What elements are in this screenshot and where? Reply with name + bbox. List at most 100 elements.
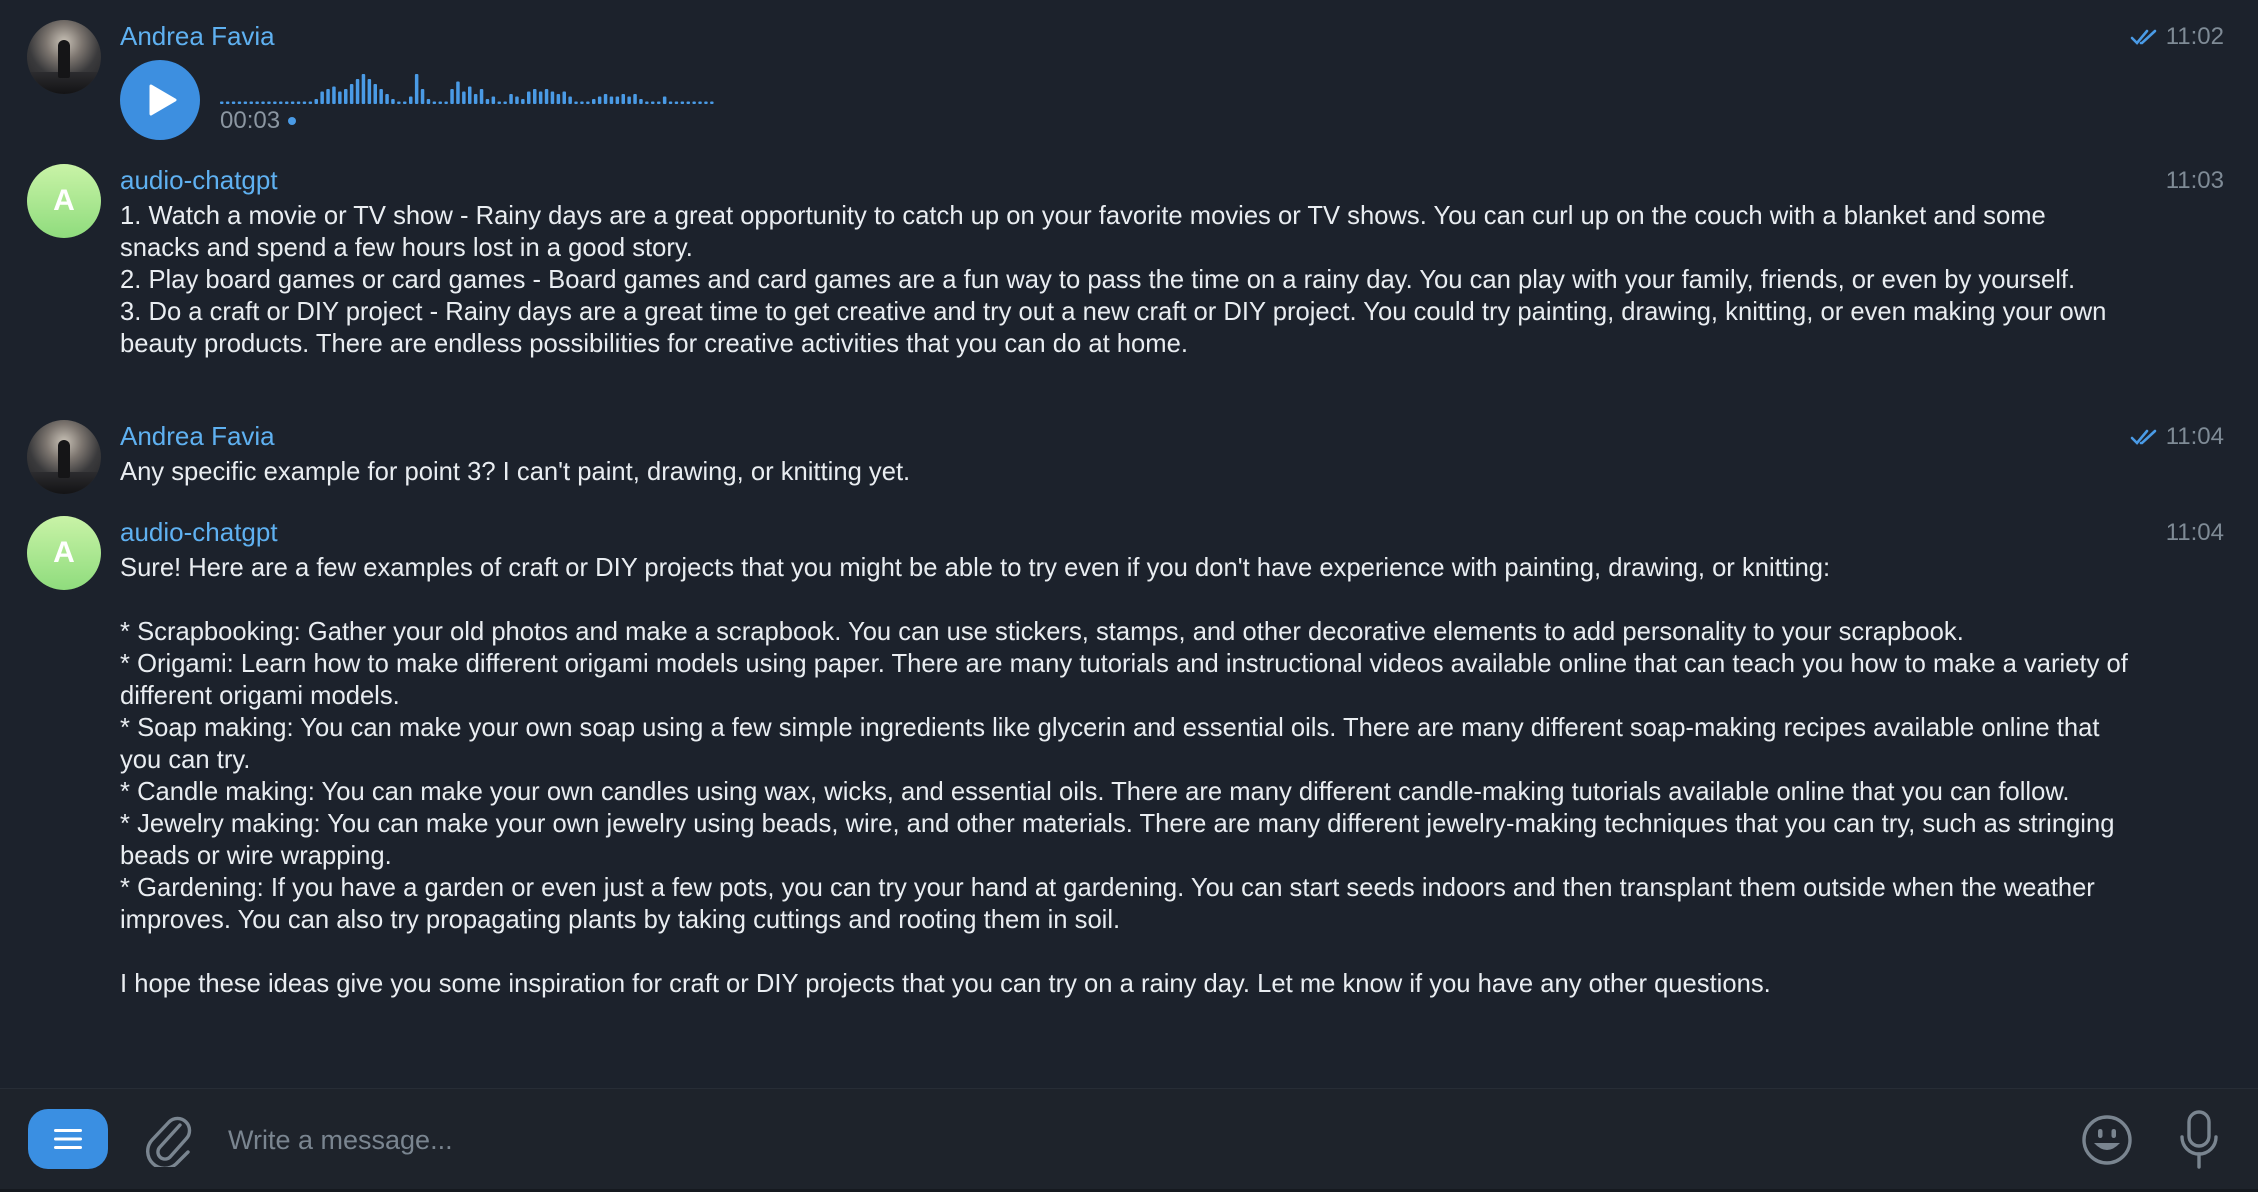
waveform-bar: [273, 101, 277, 104]
waveform-bar: [639, 99, 643, 104]
waveform-bar: [574, 101, 578, 104]
sender-name[interactable]: Andrea Favia: [120, 420, 275, 452]
waveform-bar: [361, 74, 366, 104]
waveform-bar: [249, 101, 253, 104]
waveform-bar: [326, 89, 330, 104]
waveform-bar: [243, 101, 248, 104]
waveform-bar: [592, 99, 596, 104]
time-label: 11:04: [2165, 423, 2224, 450]
waveform-bar: [279, 101, 283, 104]
duration-label: 00:03: [220, 107, 281, 134]
waveform-bar: [674, 101, 679, 104]
sender-name[interactable]: audio-chatgpt: [120, 164, 278, 196]
waveform-bar: [533, 89, 537, 104]
waveform-bar: [414, 74, 419, 104]
waveform-bar: [444, 101, 448, 104]
message-body: 1. Watch a movie or TV show - Rainy days…: [120, 202, 2107, 358]
waveform-bar: [367, 79, 372, 104]
message-list[interactable]: Andrea Favia 11:02 00:03 A audio-chatgpt…: [0, 0, 2258, 1088]
waveform-bar: [438, 101, 442, 104]
waveform-bar: [627, 96, 631, 104]
message-input[interactable]: [228, 1115, 2028, 1165]
message-text[interactable]: Andrea Favia 11:04 Any specific example …: [0, 420, 2258, 500]
menu-button[interactable]: [28, 1109, 108, 1169]
waveform-bar: [615, 96, 620, 104]
waveform-bar: [344, 89, 348, 104]
waveform-bar: [220, 101, 224, 104]
waveform-bar: [391, 99, 395, 104]
avatar[interactable]: [27, 420, 101, 494]
waveform-bar: [491, 96, 496, 104]
avatar-letter: A: [53, 536, 75, 569]
waveform-bar: [621, 94, 625, 104]
waveform-bar: [698, 101, 702, 104]
waveform-bar: [515, 96, 519, 104]
message-text[interactable]: A audio-chatgpt 11:03 1. Watch a movie o…: [0, 164, 2258, 394]
waveform-bar: [473, 94, 478, 104]
waveform-bar: [338, 91, 342, 104]
voice-waveform[interactable]: [220, 72, 716, 104]
message-body: Any specific example for point 3? I can'…: [120, 458, 911, 486]
waveform-bar: [521, 99, 525, 104]
waveform-bar: [580, 101, 584, 104]
waveform-bar: [633, 94, 637, 104]
avatar[interactable]: [27, 20, 101, 94]
chat-window: Andrea Favia 11:02 00:03 A audio-chatgpt…: [0, 0, 2258, 1192]
avatar[interactable]: A: [27, 516, 101, 590]
waveform-bar: [456, 81, 460, 104]
waveform-bar: [267, 101, 271, 104]
sender-name[interactable]: audio-chatgpt: [120, 516, 278, 548]
waveform-bar: [651, 101, 655, 104]
emoji-icon[interactable]: [2080, 1113, 2134, 1167]
waveform-bar: [603, 94, 608, 104]
sender-name[interactable]: Andrea Favia: [120, 20, 275, 52]
play-button[interactable]: [120, 60, 200, 140]
waveform-bar: [285, 101, 289, 104]
double-check-icon: [2130, 29, 2157, 45]
unread-dot: [288, 117, 297, 125]
waveform-bar: [686, 101, 690, 104]
waveform-bar: [379, 89, 383, 104]
waveform-bar: [261, 101, 265, 104]
message-body: Sure! Here are a few examples of craft o…: [120, 554, 2128, 998]
waveform-bar: [373, 84, 377, 104]
waveform-bar: [320, 91, 324, 104]
message-time: 11:04: [2130, 422, 2224, 452]
waveform-bar: [609, 96, 614, 104]
waveform-bar: [308, 101, 313, 104]
avatar[interactable]: A: [27, 164, 101, 238]
play-icon: [149, 84, 177, 116]
avatar-letter: A: [53, 184, 75, 217]
paperclip-icon[interactable]: [144, 1111, 194, 1167]
waveform-bar: [426, 99, 431, 104]
message-time: 11:03: [2166, 166, 2224, 196]
waveform-bar: [692, 101, 696, 104]
waveform-bar: [296, 101, 301, 104]
waveform-bar: [237, 101, 242, 104]
waveform-bar: [420, 89, 425, 104]
waveform-bar: [657, 101, 661, 104]
waveform-bar: [468, 86, 472, 104]
waveform-bar: [503, 101, 507, 104]
waveform-bar: [225, 101, 230, 104]
waveform-bar: [704, 101, 708, 104]
waveform-bar: [432, 101, 437, 104]
voice-duration: 00:03: [220, 106, 297, 136]
microphone-icon[interactable]: [2178, 1109, 2220, 1171]
avatar-figure: [58, 40, 70, 78]
waveform-bar: [290, 101, 295, 104]
waveform-bar: [710, 101, 714, 104]
time-label: 11:04: [2165, 519, 2224, 546]
waveform-bar: [568, 96, 572, 104]
message-voice[interactable]: Andrea Favia 11:02 00:03: [0, 20, 2258, 150]
waveform-bar: [385, 94, 389, 104]
double-check-icon: [2130, 429, 2157, 445]
waveform-bar: [497, 101, 501, 104]
message-text[interactable]: A audio-chatgpt 11:04 Sure! Here are a f…: [0, 516, 2258, 1036]
waveform-bar: [538, 91, 543, 104]
waveform-bar: [680, 101, 685, 104]
waveform-bar: [645, 101, 649, 104]
waveform-bar: [403, 101, 407, 104]
waveform-bar: [586, 101, 590, 104]
waveform-bar: [355, 79, 360, 104]
